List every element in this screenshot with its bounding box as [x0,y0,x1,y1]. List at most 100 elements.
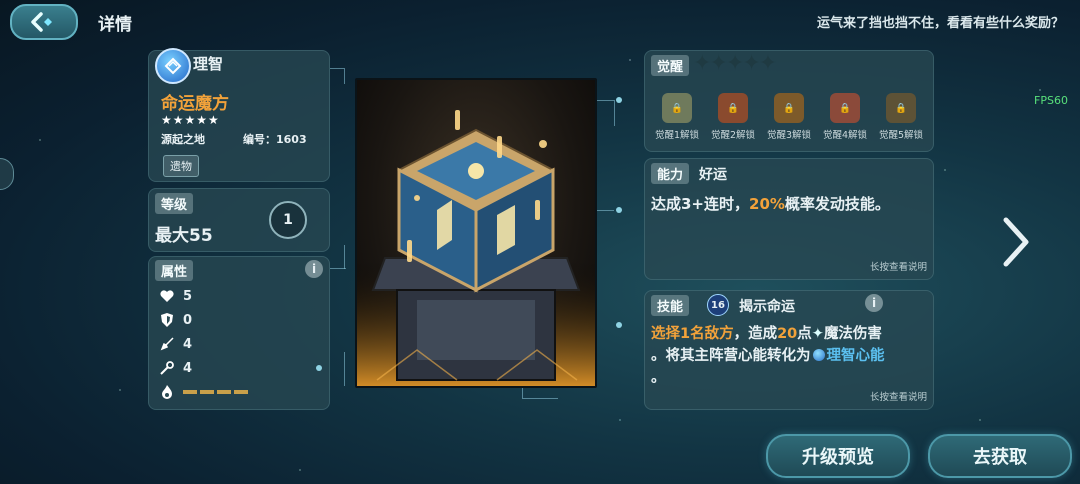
magic-sparkle-icon: ✦ [811,326,824,342]
connector-line [344,352,345,386]
connector-line [344,245,345,269]
shield-icon [161,313,173,327]
star-rating: ★★★★★ [161,113,220,127]
energy-pip [234,390,248,394]
item-number: 编号：1603 [243,133,307,146]
skill-desc-damage-type: 魔法伤害 [823,326,882,342]
sword-icon [160,337,174,351]
back-button[interactable] [10,4,78,40]
stat-attack-value: 4 [183,336,193,352]
awaken-stars: ✦✦✦✦✦ [693,51,777,76]
lock-icon: 🔒 [886,93,916,123]
skill-name: 揭示命运 [739,299,795,315]
stat-shield: 0 [159,309,319,331]
item-info-panel: 理智 命运魔方 ★★★★★ 源起之地 编号：1603 遗物 [148,48,330,182]
upgrade-preview-label: 升级预览 [802,447,874,468]
heart-icon [160,290,174,302]
item-type-tag: 遗物 [163,155,199,177]
skill-desc-damage: 20 [777,326,798,342]
lock-icon: 🔒 [662,93,692,123]
connector-node [616,97,622,103]
item-origin: 源起之地 [161,133,205,146]
stat-health: 5 [159,285,319,307]
faction-badge [155,48,191,84]
next-item-button[interactable] [998,214,1032,270]
intellect-orb-icon [812,349,825,361]
awaken-panel: 觉醒 ✦✦✦✦✦ 🔒 觉醒1解锁 🔒 觉醒2解锁 🔒 觉醒3解锁 🔒 觉醒4解锁… [644,50,934,152]
awaken-slot[interactable]: 🔒 觉醒5解锁 [873,93,929,141]
ability-tag: 能力 [651,163,690,184]
ability-description: 达成3+连时，20%概率发动技能。 [651,193,890,214]
skill-level-badge: 16 [707,294,729,316]
lock-icon: 🔒 [830,93,860,123]
skill-description: 选择1名敌方，造成20点✦魔法伤害 。将其主阵营心能转化为 理智心能 。 [651,323,931,389]
connector-node [616,322,622,328]
skill-desc-line3: 。 [651,370,666,386]
awaken-slot[interactable]: 🔒 觉醒4解锁 [817,93,873,141]
awaken-star-icon: ✦ [725,51,744,76]
info-icon: i [871,296,877,310]
ability-hint: 长按查看说明 [869,262,927,273]
connector-line [330,68,344,69]
ability-desc-post: 概率发动技能。 [784,195,890,213]
level-panel: 等级 最大55 1 [148,188,330,252]
intellect-faction-icon [164,57,182,75]
awaken-slot-label: 觉醒4解锁 [822,130,868,141]
energy-pip [183,390,197,394]
stat-attack: 4 [159,333,319,355]
lock-icon: 🔒 [774,93,804,123]
chevron-right-icon [1003,217,1029,267]
skill-tag: 技能 [651,295,690,316]
connector-line [594,210,614,211]
fps-indicator: FPS60 [1034,94,1068,107]
awaken-star-icon: ✦ [758,51,777,76]
lock-icon: 🔒 [718,93,748,123]
item-name: 命运魔方 [161,94,229,114]
connector-line [344,68,345,84]
info-icon: i [311,262,317,276]
connector-node [616,207,622,213]
flame-icon [162,385,172,399]
back-arrow-icon [31,12,52,32]
skill-desc-target: 选择1名敌方 [651,326,734,342]
header-tagline: 运气来了挡也挡不住，看看有些什么奖励？ [816,16,1064,31]
obtain-button[interactable]: 去获取 [928,434,1072,478]
skill-desc-convert: 。将其主阵营心能转化为 [651,348,811,364]
awaken-tag: 觉醒 [651,55,690,76]
wand-icon [160,361,174,375]
stat-magic: 4 [159,357,319,379]
level-tag: 等级 [155,193,194,214]
connector-line [594,100,614,101]
page-title: 详情 [98,15,132,35]
awaken-slot-label: 觉醒2解锁 [710,130,756,141]
ability-panel[interactable]: 能力 好运 达成3+连时，20%概率发动技能。 长按查看说明 [644,158,934,280]
stat-health-value: 5 [183,288,193,304]
level-badge: 1 [269,201,307,239]
awaken-slot-label: 觉醒1解锁 [654,130,700,141]
awaken-slot-label: 觉醒5解锁 [878,130,924,141]
skill-panel[interactable]: 技能 16 揭示命运 i 选择1名敌方，造成20点✦魔法伤害 。将其主阵营心能转… [644,290,934,410]
awaken-star-icon: ✦ [693,51,711,76]
upgrade-preview-button[interactable]: 升级预览 [766,434,910,478]
ability-desc-pre: 达成3+连时， [651,195,750,213]
stat-shield-value: 0 [183,312,193,328]
side-collapse-tab[interactable] [0,158,14,190]
obtain-label: 去获取 [973,447,1027,468]
skill-desc-line1: 选择1名敌方，造成20点✦魔法伤害 [651,323,931,345]
skill-info-button[interactable]: i [865,294,883,312]
energy-pips [183,390,248,394]
awaken-slot[interactable]: 🔒 觉醒3解锁 [761,93,817,141]
awaken-star-icon: ✦ [742,51,760,76]
attributes-info-button[interactable]: i [305,260,323,278]
skill-desc-mid: ，造成 [733,326,778,342]
awaken-slot[interactable]: 🔒 觉醒2解锁 [705,93,761,141]
skill-hint: 长按查看说明 [869,392,927,403]
awaken-slot-label: 觉醒3解锁 [766,130,812,141]
connector-line [614,100,615,126]
stat-magic-value: 4 [183,360,193,376]
energy-pip [217,390,231,394]
skill-level-value: 16 [711,299,725,311]
connector-node [316,365,322,371]
awaken-slot[interactable]: 🔒 觉醒1解锁 [649,93,705,141]
attributes-tag: 属性 [155,260,194,281]
